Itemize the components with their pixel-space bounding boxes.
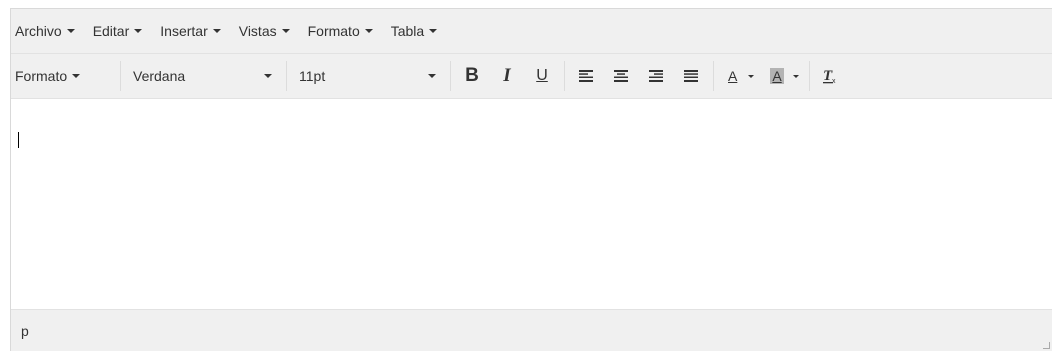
caret-down-icon xyxy=(364,29,373,33)
caret-down-icon xyxy=(429,29,438,33)
caret-down-icon xyxy=(72,74,81,78)
toolbar-divider xyxy=(808,61,810,91)
align-left-icon xyxy=(579,70,593,82)
toolbar-divider xyxy=(450,61,451,91)
caret-down-icon xyxy=(66,29,75,33)
bold-button[interactable]: B xyxy=(458,61,486,91)
clear-format-icon: T x xyxy=(822,68,836,84)
caret-down-icon xyxy=(281,29,290,33)
resize-handle-icon[interactable] xyxy=(1043,342,1050,349)
align-justify-icon xyxy=(684,70,698,82)
caret-down-icon[interactable] xyxy=(792,74,799,78)
font-family-dropdown[interactable]: Verdana xyxy=(121,54,286,98)
statusbar: p xyxy=(11,309,1052,351)
text-color-icon: A xyxy=(728,68,738,84)
align-right-icon xyxy=(649,70,663,82)
clear-format-button[interactable]: T x xyxy=(816,61,844,91)
menu-insertar[interactable]: Insertar xyxy=(160,23,221,39)
bold-icon: B xyxy=(465,65,479,86)
menu-formato[interactable]: Formato xyxy=(308,23,373,39)
caret-down-icon xyxy=(264,74,272,78)
caret-down-icon xyxy=(212,29,221,33)
menu-archivo[interactable]: Archivo xyxy=(15,23,75,39)
italic-icon: I xyxy=(503,65,511,86)
menubar: Archivo Editar Insertar Vistas Formato T… xyxy=(11,9,1052,54)
font-size-dropdown[interactable]: 11pt xyxy=(287,54,450,98)
element-path[interactable]: p xyxy=(21,323,29,339)
menu-vistas-label: Vistas xyxy=(238,23,277,39)
font-family-value: Verdana xyxy=(133,68,186,84)
rich-text-editor: Archivo Editar Insertar Vistas Formato T… xyxy=(10,8,1052,351)
underline-button[interactable]: U xyxy=(528,61,556,91)
menu-insertar-label: Insertar xyxy=(160,23,208,39)
text-cursor xyxy=(18,132,19,148)
align-center-button[interactable] xyxy=(607,61,635,91)
menu-tabla-label: Tabla xyxy=(390,23,425,39)
background-color-button[interactable]: A xyxy=(770,68,799,84)
text-color-button[interactable]: A xyxy=(726,68,755,84)
font-size-value: 11pt xyxy=(299,68,326,84)
svg-text:x: x xyxy=(832,78,836,84)
toolbar: Formato Verdana 11pt B I U A A T x xyxy=(11,54,1052,99)
italic-button[interactable]: I xyxy=(493,61,521,91)
align-center-icon xyxy=(614,70,628,82)
caret-down-icon[interactable] xyxy=(748,74,755,78)
editor-content-area[interactable] xyxy=(11,99,1052,304)
align-justify-button[interactable] xyxy=(677,61,705,91)
menu-tabla[interactable]: Tabla xyxy=(390,23,438,39)
background-color-icon: A xyxy=(770,68,784,84)
align-left-button[interactable] xyxy=(572,61,600,91)
menu-vistas[interactable]: Vistas xyxy=(239,23,290,39)
menu-formato-label: Formato xyxy=(307,23,360,39)
toolbar-divider xyxy=(713,61,714,91)
menu-editar[interactable]: Editar xyxy=(93,23,143,39)
format-dropdown[interactable]: Formato xyxy=(11,54,120,98)
caret-down-icon xyxy=(134,29,143,33)
underline-icon: U xyxy=(536,67,548,84)
menu-archivo-label: Archivo xyxy=(15,23,62,39)
menu-editar-label: Editar xyxy=(92,23,130,39)
format-dropdown-label: Formato xyxy=(15,68,68,84)
align-right-button[interactable] xyxy=(642,61,670,91)
caret-down-icon xyxy=(428,74,436,78)
toolbar-divider xyxy=(564,61,565,91)
